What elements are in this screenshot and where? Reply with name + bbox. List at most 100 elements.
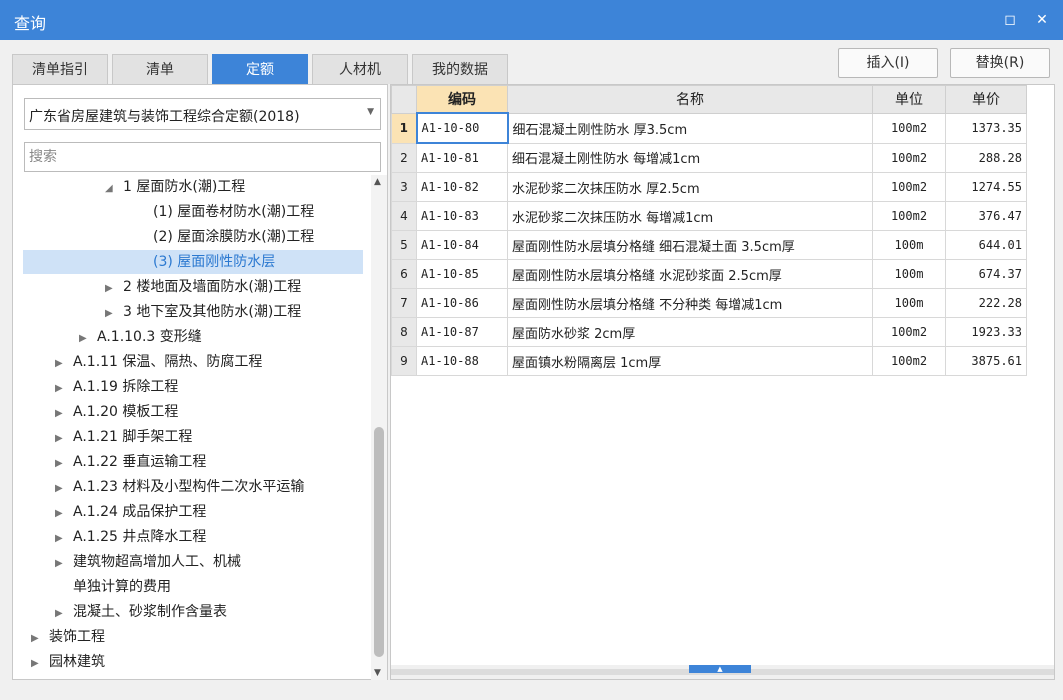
collapse-arrow-icon[interactable]: ◢ xyxy=(105,177,123,201)
expand-arrow-icon[interactable]: ▶ xyxy=(55,452,73,476)
library-select[interactable]: 广东省房屋建筑与装饰工程综合定额(2018) ▼ xyxy=(24,98,381,130)
grid-horizontal-scrollbar[interactable]: ▲ xyxy=(391,665,1054,679)
cell-price[interactable]: 3875.61 xyxy=(945,346,1027,376)
cell-price[interactable]: 1923.33 xyxy=(945,317,1027,347)
expand-arrow-icon[interactable]: ▶ xyxy=(55,427,73,451)
table-row[interactable]: 3 A1-10-82 水泥砂浆二次抹压防水 厚2.5cm 100m2 1274.… xyxy=(391,172,1027,202)
tree-node[interactable]: ▶ A.1.21 脚手架工程 xyxy=(55,425,192,449)
cell-unit[interactable]: 100m xyxy=(872,230,946,260)
tree-node[interactable]: 单独计算的费用 xyxy=(73,575,171,599)
tree-node[interactable]: ▶ 建筑物超高增加人工、机械 xyxy=(55,550,241,574)
scrollbar-thumb[interactable] xyxy=(374,427,384,657)
table-row[interactable]: 1 A1-10-80 细石混凝土刚性防水 厚3.5cm 100m2 1373.3… xyxy=(391,112,1027,144)
cell-name[interactable]: 屋面防水砂浆 2cm厚 xyxy=(507,317,873,347)
cell-price[interactable]: 1373.35 xyxy=(945,112,1027,144)
cell-name[interactable]: 屋面刚性防水层填分格缝 不分种类 每增减1cm xyxy=(507,288,873,318)
scroll-down-icon[interactable]: ▼ xyxy=(374,668,381,678)
cell-code[interactable]: A1-10-84 xyxy=(416,230,508,260)
expand-arrow-icon[interactable]: ▶ xyxy=(31,652,49,676)
table-row[interactable]: 5 A1-10-84 屋面刚性防水层填分格缝 细石混凝土面 3.5cm厚 100… xyxy=(391,230,1027,260)
tree-node[interactable]: ▶ A.1.25 井点降水工程 xyxy=(55,525,206,549)
column-header-unit[interactable]: 单位 xyxy=(872,85,946,114)
tree-node[interactable]: ▶ A.1.11 保温、隔热、防腐工程 xyxy=(55,350,262,374)
cell-code[interactable]: A1-10-86 xyxy=(416,288,508,318)
tree-node[interactable]: ▶ A.1.24 成品保护工程 xyxy=(55,500,206,524)
cell-code[interactable]: A1-10-83 xyxy=(416,201,508,231)
expand-arrow-icon[interactable]: ▶ xyxy=(105,302,123,326)
expand-arrow-icon[interactable]: ▶ xyxy=(55,477,73,501)
cell-price[interactable]: 644.01 xyxy=(945,230,1027,260)
tab-my-data[interactable]: 我的数据 xyxy=(412,54,508,84)
cell-name[interactable]: 屋面刚性防水层填分格缝 细石混凝土面 3.5cm厚 xyxy=(507,230,873,260)
cell-code[interactable]: A1-10-82 xyxy=(416,172,508,202)
expand-arrow-icon[interactable]: ▶ xyxy=(55,352,73,376)
cell-unit[interactable]: 100m2 xyxy=(872,112,946,144)
table-row[interactable]: 7 A1-10-86 屋面刚性防水层填分格缝 不分种类 每增减1cm 100m … xyxy=(391,288,1027,318)
cell-price[interactable]: 1274.55 xyxy=(945,172,1027,202)
expand-arrow-icon[interactable]: ▶ xyxy=(79,327,97,351)
tab-quota[interactable]: 定额 xyxy=(212,54,308,84)
cell-name[interactable]: 细石混凝土刚性防水 厚3.5cm xyxy=(507,112,873,144)
column-header-code[interactable]: 编码 xyxy=(416,85,508,114)
cell-unit[interactable]: 100m2 xyxy=(872,201,946,231)
cell-name[interactable]: 细石混凝土刚性防水 每增减1cm xyxy=(507,142,873,173)
table-row[interactable]: 2 A1-10-81 细石混凝土刚性防水 每增减1cm 100m2 288.28 xyxy=(391,142,1027,173)
tree-node[interactable]: ▶ A.1.20 模板工程 xyxy=(55,400,178,424)
tree-node[interactable]: ▶ 3 地下室及其他防水(潮)工程 xyxy=(105,300,301,324)
expand-arrow-icon[interactable]: ▶ xyxy=(55,502,73,526)
cell-name[interactable]: 屋面镇水粉隔离层 1cm厚 xyxy=(507,346,873,376)
cell-code[interactable]: A1-10-80 xyxy=(415,112,509,144)
tree-node[interactable]: ▶ 装饰工程 xyxy=(31,625,105,649)
search-input[interactable] xyxy=(24,142,381,172)
cell-code[interactable]: A1-10-85 xyxy=(416,259,508,289)
tree-node[interactable]: (2) 屋面涂膜防水(潮)工程 xyxy=(153,225,314,249)
maximize-icon[interactable]: ◻ xyxy=(998,8,1022,32)
expand-arrow-icon[interactable]: ▶ xyxy=(55,552,73,576)
close-icon[interactable]: ✕ xyxy=(1030,8,1054,32)
tree-node[interactable]: ▶ 2 楼地面及墙面防水(潮)工程 xyxy=(105,275,301,299)
tree-node[interactable]: ▶ A.1.22 垂直运输工程 xyxy=(55,450,206,474)
cell-name[interactable]: 屋面刚性防水层填分格缝 水泥砂浆面 2.5cm厚 xyxy=(507,259,873,289)
cell-code[interactable]: A1-10-87 xyxy=(416,317,508,347)
tree-node[interactable]: ▶ A.1.23 材料及小型构件二次水平运输 xyxy=(55,475,304,499)
tree-node[interactable]: ◢ 1 屋面防水(潮)工程 xyxy=(105,175,245,199)
cell-price[interactable]: 222.28 xyxy=(945,288,1027,318)
cell-price[interactable]: 376.47 xyxy=(945,201,1027,231)
expand-arrow-icon[interactable]: ▶ xyxy=(55,602,73,626)
cell-code[interactable]: A1-10-88 xyxy=(416,346,508,376)
table-row[interactable]: 9 A1-10-88 屋面镇水粉隔离层 1cm厚 100m2 3875.61 xyxy=(391,346,1027,376)
cell-unit[interactable]: 100m2 xyxy=(872,317,946,347)
table-row[interactable]: 8 A1-10-87 屋面防水砂浆 2cm厚 100m2 1923.33 xyxy=(391,317,1027,347)
cell-unit[interactable]: 100m2 xyxy=(872,172,946,202)
chevron-down-icon[interactable]: ▼ xyxy=(367,107,374,117)
column-header-name[interactable]: 名称 xyxy=(507,85,873,114)
cell-unit[interactable]: 100m2 xyxy=(872,142,946,173)
cell-price[interactable]: 288.28 xyxy=(945,142,1027,173)
insert-button[interactable]: 插入(I) xyxy=(838,48,938,78)
table-row[interactable]: 6 A1-10-85 屋面刚性防水层填分格缝 水泥砂浆面 2.5cm厚 100m… xyxy=(391,259,1027,289)
cell-name[interactable]: 水泥砂浆二次抹压防水 每增减1cm xyxy=(507,201,873,231)
column-header-price[interactable]: 单价 xyxy=(945,85,1027,114)
tree-node[interactable]: (1) 屋面卷材防水(潮)工程 xyxy=(153,200,314,224)
expand-arrow-icon[interactable]: ▶ xyxy=(55,402,73,426)
tree-node[interactable]: ▶ 园林建筑 xyxy=(31,650,105,674)
replace-button[interactable]: 替换(R) xyxy=(950,48,1050,78)
expand-arrow-icon[interactable]: ▶ xyxy=(105,277,123,301)
tree-node[interactable]: ▶ A.1.10.3 变形缝 xyxy=(79,325,202,349)
tree-scrollbar[interactable]: ▲ ▼ xyxy=(371,175,387,680)
cell-unit[interactable]: 100m xyxy=(872,288,946,318)
tab-bill[interactable]: 清单 xyxy=(112,54,208,84)
scroll-handle-icon[interactable]: ▲ xyxy=(689,665,751,673)
expand-arrow-icon[interactable]: ▶ xyxy=(55,527,73,551)
tree-node[interactable]: ▶ A.1.19 拆除工程 xyxy=(55,375,178,399)
cell-unit[interactable]: 100m xyxy=(872,259,946,289)
table-row[interactable]: 4 A1-10-83 水泥砂浆二次抹压防水 每增减1cm 100m2 376.4… xyxy=(391,201,1027,231)
tree-node[interactable]: ▶ 混凝土、砂浆制作含量表 xyxy=(55,600,227,624)
expand-arrow-icon[interactable]: ▶ xyxy=(31,627,49,651)
cell-unit[interactable]: 100m2 xyxy=(872,346,946,376)
expand-arrow-icon[interactable]: ▶ xyxy=(55,377,73,401)
tab-bill-guide[interactable]: 清单指引 xyxy=(12,54,108,84)
tab-labor-material-machine[interactable]: 人材机 xyxy=(312,54,408,84)
tree-node-selected[interactable]: (3) 屋面刚性防水层 xyxy=(23,250,363,274)
scroll-up-icon[interactable]: ▲ xyxy=(374,177,381,187)
